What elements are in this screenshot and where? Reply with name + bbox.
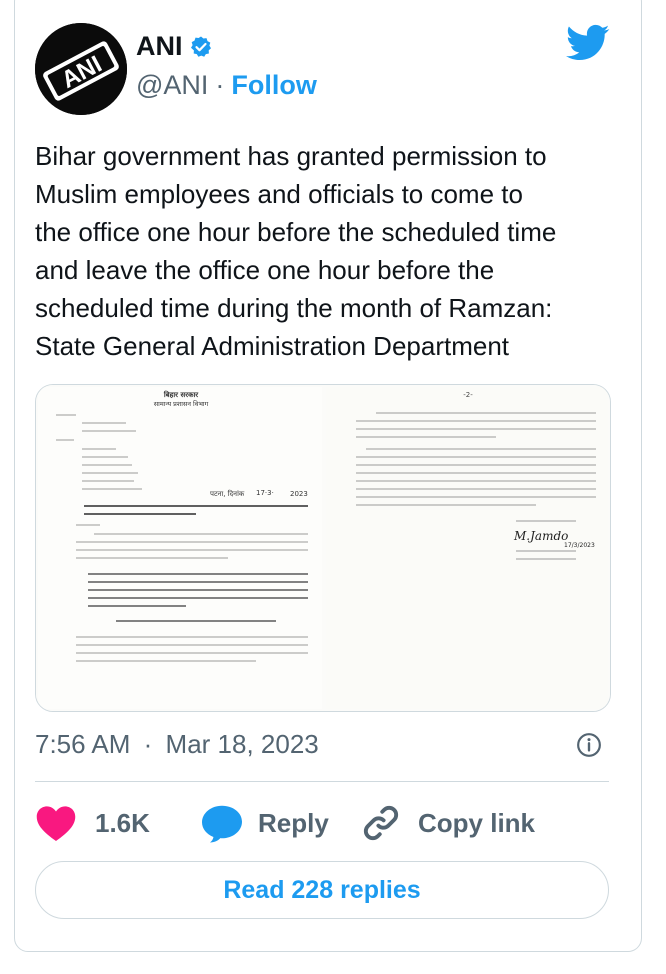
- ani-logo-icon: ANI: [35, 23, 127, 115]
- letter-date-value: 17·3·: [256, 489, 274, 497]
- time-separator: ·: [143, 729, 153, 759]
- author-handle-row: @ANI · Follow: [136, 70, 317, 101]
- heart-icon: [36, 806, 76, 842]
- scanned-letter-image: बिहार सरकार सामान्य प्रशासन विभाग पटना, …: [36, 385, 610, 711]
- tweet-text: Bihar government has granted permission …: [35, 137, 625, 365]
- verified-badge-icon: [190, 36, 211, 57]
- letter-date-label: पटना, दिनांक: [210, 489, 245, 498]
- tweet-timestamp[interactable]: 7:56 AM · Mar 18, 2023: [35, 729, 319, 760]
- author-name-row[interactable]: ANI: [136, 31, 213, 62]
- tweet-line: Bihar government has granted permission …: [35, 141, 547, 171]
- letter-header-2: सामान्य प्रशासन विभाग: [154, 400, 209, 408]
- link-icon: [363, 805, 399, 841]
- tweet-line: and leave the office one hour before the: [35, 255, 495, 285]
- tweet-line: the office one hour before the scheduled…: [35, 217, 557, 247]
- author-handle[interactable]: @ANI: [136, 70, 208, 101]
- letter-date-year: 2023: [290, 490, 308, 498]
- copy-link-label: Copy link: [418, 807, 536, 838]
- handle-separator: ·: [215, 70, 225, 100]
- reply-label: Reply: [258, 807, 329, 838]
- letter-signature-date: 17/3/2023: [564, 542, 595, 549]
- copy-link-button[interactable]: Copy link: [360, 802, 535, 844]
- reply-bubble-icon: [202, 805, 242, 843]
- divider: [35, 781, 609, 782]
- reply-button[interactable]: Reply: [200, 803, 350, 843]
- action-bar: 1.6K Reply Copy link: [35, 798, 609, 848]
- tweet-line: State General Administration Department: [35, 331, 510, 361]
- tweet-date: Mar 18, 2023: [165, 729, 319, 759]
- twitter-bird-icon[interactable]: [566, 24, 610, 62]
- follow-button[interactable]: Follow: [231, 70, 316, 101]
- like-button[interactable]: 1.6K: [35, 803, 200, 843]
- tweet-line: scheduled time during the month of Ramza…: [35, 293, 553, 323]
- letter-header-1: बिहार सरकार: [163, 390, 199, 399]
- like-count: 1.6K: [95, 807, 150, 838]
- tweet-line: Muslim employees and officials to come t…: [35, 179, 523, 209]
- letter-page-number: -2-: [463, 391, 473, 399]
- author-name[interactable]: ANI: [136, 31, 183, 62]
- letter-signature: M.Jamdo: [513, 529, 568, 543]
- read-replies-button[interactable]: Read 228 replies: [35, 861, 609, 919]
- avatar[interactable]: ANI: [35, 23, 127, 115]
- tweet-media-image[interactable]: बिहार सरकार सामान्य प्रशासन विभाग पटना, …: [35, 384, 611, 712]
- tweet-time: 7:56 AM: [35, 729, 131, 759]
- info-icon[interactable]: [576, 732, 602, 758]
